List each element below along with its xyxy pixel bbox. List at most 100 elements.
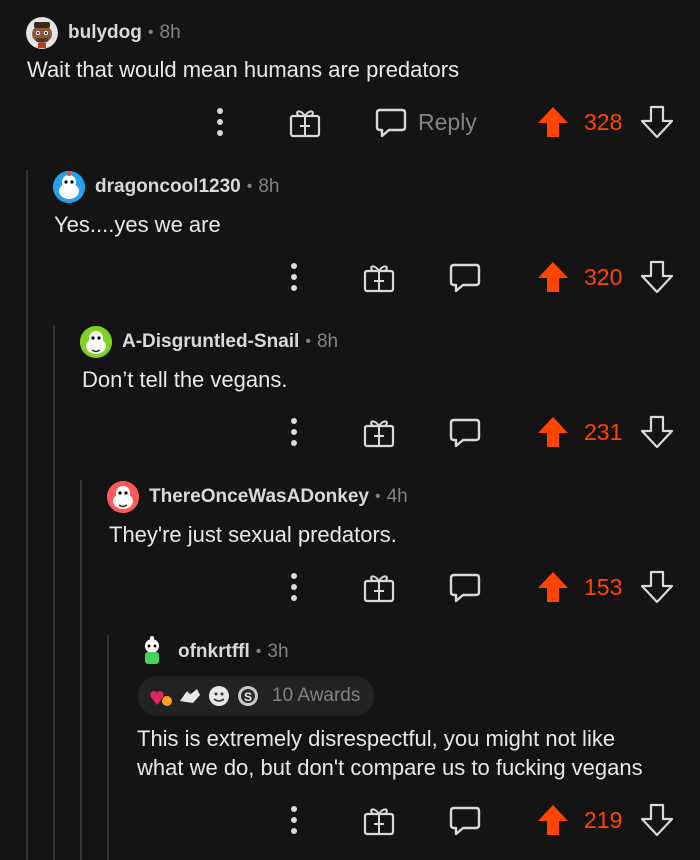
username[interactable]: bulydog <box>68 22 142 44</box>
vote-count: 219 <box>584 806 623 833</box>
reply-button[interactable]: Reply <box>374 102 477 142</box>
comment-body: This is extremely disrespectful, you mig… <box>137 724 643 782</box>
more-options-icon <box>217 108 223 136</box>
separator-dot: • <box>374 488 381 505</box>
reply-bubble-icon <box>449 418 481 448</box>
comment-actions: Reply 328 <box>0 102 700 142</box>
timestamp: 3h <box>267 641 289 662</box>
avatar[interactable] <box>80 326 112 358</box>
timestamp: 8h <box>316 331 339 352</box>
vote-count: 231 <box>584 418 623 445</box>
more-options-button[interactable] <box>282 257 306 297</box>
awards-count: 10 Awards <box>272 685 361 706</box>
more-options-button[interactable] <box>282 412 306 452</box>
comment-header: dragoncool1230 • 8h <box>53 170 279 204</box>
comment-actions: 320 <box>0 257 700 297</box>
downvote-arrow-icon <box>640 260 674 294</box>
upvote-button[interactable] <box>536 412 570 452</box>
reply-button[interactable] <box>448 412 482 452</box>
upvote-button[interactable] <box>536 800 570 840</box>
upvote-arrow-icon <box>538 805 568 835</box>
reply-button[interactable] <box>448 257 482 297</box>
comment-actions: 231 <box>0 412 700 452</box>
timestamp: 4h <box>386 486 408 507</box>
downvote-button[interactable] <box>640 257 674 297</box>
upvote-button[interactable] <box>536 567 570 607</box>
downvote-button[interactable] <box>640 102 674 142</box>
more-options-icon <box>291 573 297 601</box>
upvote-button[interactable] <box>536 102 570 142</box>
separator-dot: • <box>147 24 154 41</box>
reply-label: Reply <box>418 108 477 135</box>
comment-body-line: what we do, but don't compare us to fuck… <box>137 755 643 780</box>
upvote-arrow-icon <box>538 417 568 447</box>
avatar[interactable] <box>53 171 85 203</box>
downvote-button[interactable] <box>640 567 674 607</box>
comment-body: Yes....yes we are <box>54 212 221 237</box>
username[interactable]: ofnkrtffl <box>178 641 250 663</box>
award-face-icon <box>206 683 232 709</box>
give-award-button[interactable] <box>362 800 396 840</box>
downvote-arrow-icon <box>640 803 674 837</box>
comment-body-line: This is extremely disrespectful, you mig… <box>137 726 616 751</box>
gift-award-icon <box>363 575 395 603</box>
comment-body: Don’t tell the vegans. <box>82 367 288 392</box>
comment-header: A-Disgruntled-Snail • 8h <box>80 325 338 359</box>
gift-award-icon <box>363 265 395 293</box>
more-options-button[interactable] <box>282 567 306 607</box>
reply-bubble-icon <box>449 806 481 836</box>
separator-dot: • <box>255 643 262 660</box>
more-options-icon <box>291 418 297 446</box>
avatar[interactable] <box>26 17 58 49</box>
downvote-button[interactable] <box>640 412 674 452</box>
upvote-button[interactable] <box>536 257 570 297</box>
username[interactable]: dragoncool1230 <box>95 176 241 198</box>
comment-header: bulydog • 8h <box>26 16 181 50</box>
vote-count: 320 <box>584 263 623 290</box>
downvote-arrow-icon <box>640 105 674 139</box>
award-hearts-icon <box>148 683 174 709</box>
downvote-arrow-icon <box>640 415 674 449</box>
downvote-button[interactable] <box>640 800 674 840</box>
upvote-arrow-icon <box>538 262 568 292</box>
awards-pill[interactable]: S 10 Awards <box>138 676 375 716</box>
reply-button[interactable] <box>448 800 482 840</box>
give-award-button[interactable] <box>362 412 396 452</box>
vote-count: 328 <box>584 108 623 135</box>
more-options-icon <box>291 806 297 834</box>
reply-button[interactable] <box>448 567 482 607</box>
reply-bubble-icon <box>375 108 407 138</box>
more-options-icon <box>291 263 297 291</box>
gift-award-icon <box>363 420 395 448</box>
upvote-arrow-icon <box>538 107 568 137</box>
comment-actions: 153 <box>0 567 700 607</box>
upvote-arrow-icon <box>538 572 568 602</box>
separator-dot: • <box>305 333 311 350</box>
timestamp: 8h <box>258 176 280 197</box>
svg-text:S: S <box>244 690 252 704</box>
give-award-button[interactable] <box>288 102 322 142</box>
downvote-arrow-icon <box>640 570 674 604</box>
award-handshake-icon <box>177 683 203 709</box>
comment-body: They're just sexual predators. <box>109 522 397 547</box>
username[interactable]: A-Disgruntled-Snail <box>122 331 299 353</box>
comment-actions: 219 <box>0 800 700 840</box>
award-silver-icon: S <box>235 683 261 709</box>
avatar[interactable] <box>107 481 139 513</box>
timestamp: 8h <box>159 22 181 43</box>
comment-header: ThereOnceWasADonkey • 4h <box>107 480 408 514</box>
username[interactable]: ThereOnceWasADonkey <box>149 486 369 508</box>
give-award-button[interactable] <box>362 257 396 297</box>
avatar[interactable] <box>136 636 168 668</box>
vote-count: 153 <box>584 573 623 600</box>
comment-body: Wait that would mean humans are predator… <box>27 57 460 82</box>
more-options-button[interactable] <box>282 800 306 840</box>
reply-bubble-icon <box>449 573 481 603</box>
reply-bubble-icon <box>449 263 481 293</box>
give-award-button[interactable] <box>362 567 396 607</box>
comment-header: ofnkrtffl • 3h <box>136 635 289 669</box>
gift-award-icon <box>363 808 395 836</box>
separator-dot: • <box>246 178 253 195</box>
more-options-button[interactable] <box>208 102 232 142</box>
gift-award-icon <box>289 110 321 138</box>
